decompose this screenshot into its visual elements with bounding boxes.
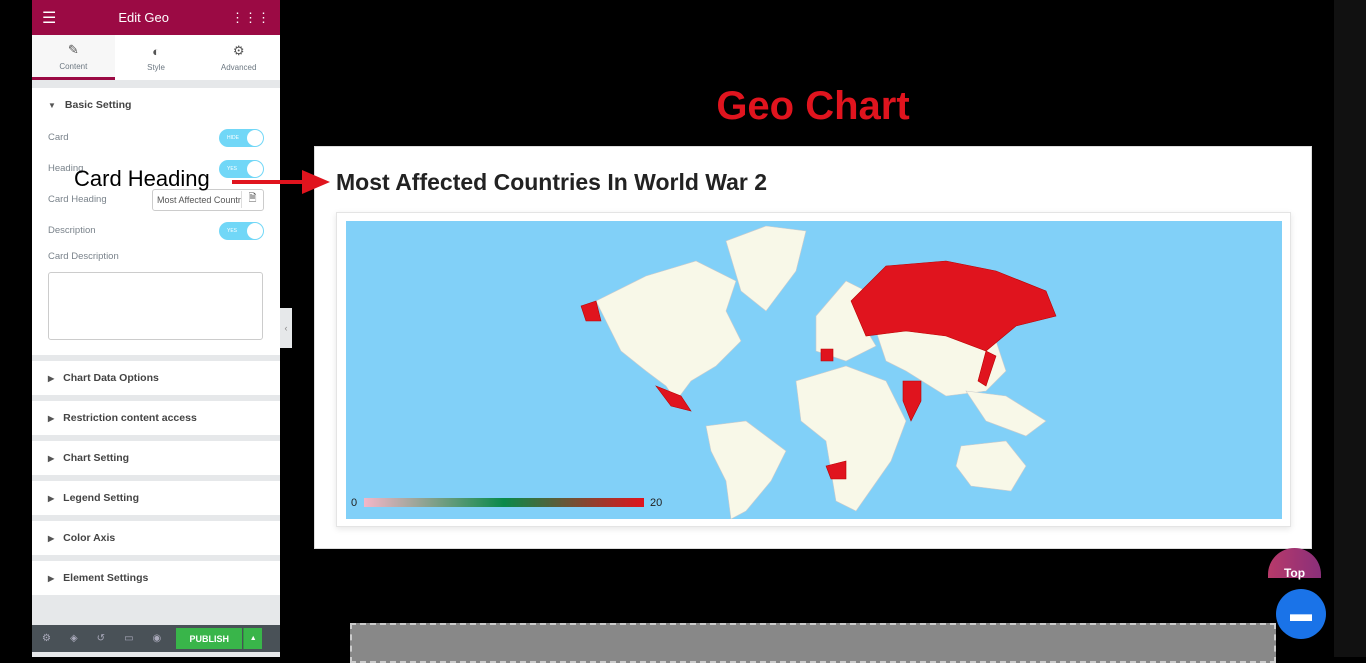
annotation-label: Card Heading bbox=[74, 166, 210, 191]
section-restriction[interactable]: ▶ Restriction content access bbox=[32, 401, 280, 435]
card-heading: Most Affected Countries In World War 2 bbox=[336, 169, 768, 195]
tab-label: Advanced bbox=[220, 63, 257, 72]
description-label: Description bbox=[48, 225, 96, 236]
section-element-settings[interactable]: ▶ Element Settings bbox=[32, 561, 280, 595]
section-label: Element Settings bbox=[63, 572, 149, 584]
legend-min: 0 bbox=[351, 497, 357, 509]
caret-right-icon: ▶ bbox=[48, 573, 55, 583]
card-description-input[interactable] bbox=[48, 272, 263, 340]
section-chart-setting[interactable]: ▶ Chart Setting bbox=[32, 441, 280, 475]
section-color-axis[interactable]: ▶ Color Axis bbox=[32, 521, 280, 555]
pencil-icon: ✎ bbox=[67, 41, 79, 57]
caret-right-icon: ▶ bbox=[48, 413, 55, 423]
section-legend-setting[interactable]: ▶ Legend Setting bbox=[32, 481, 280, 515]
panel-title: Edit Geo bbox=[118, 10, 169, 25]
panel-footer: ⚙ ◈ ↺ ▭ ◉ PUBLISH ▲ bbox=[32, 625, 280, 652]
panel-header: ☰ Edit Geo ⋮⋮⋮ bbox=[32, 0, 280, 35]
world-map: 0 20 bbox=[346, 221, 1282, 519]
chat-button[interactable]: ▬ bbox=[1276, 589, 1326, 639]
section-label: Restriction content access bbox=[63, 412, 197, 424]
geo-chart: 0 20 bbox=[336, 212, 1291, 527]
ocean bbox=[346, 221, 1282, 519]
scrollbar[interactable] bbox=[1334, 0, 1366, 657]
card-label: Card bbox=[48, 132, 69, 143]
caret-right-icon: ▶ bbox=[48, 373, 55, 383]
annotation-arrow-icon bbox=[232, 170, 330, 194]
drop-zone[interactable] bbox=[350, 623, 1276, 663]
page-title: Geo Chart bbox=[716, 84, 910, 128]
contrast-icon: ◐ bbox=[152, 43, 160, 59]
tab-content[interactable]: ✎ Content bbox=[32, 35, 115, 80]
section-label: Color Axis bbox=[63, 532, 116, 544]
card-heading-value[interactable]: Most Affected Countries In World War 2 bbox=[153, 195, 241, 205]
region-germany[interactable] bbox=[820, 348, 834, 362]
caret-right-icon: ▶ bbox=[48, 453, 55, 463]
grid-icon[interactable]: ⋮⋮⋮ bbox=[231, 10, 270, 26]
caret-right-icon: ▶ bbox=[48, 533, 55, 543]
color-axis-legend bbox=[364, 498, 644, 507]
caret-right-icon: ▶ bbox=[48, 493, 55, 503]
chat-icon: ▬ bbox=[1290, 601, 1312, 626]
tab-label: Content bbox=[59, 61, 88, 71]
description-toggle[interactable]: YES bbox=[219, 221, 264, 240]
history-icon[interactable]: ↺ bbox=[97, 633, 105, 644]
settings-icon[interactable]: ⚙ bbox=[42, 633, 51, 644]
section-label: Legend Setting bbox=[63, 492, 139, 504]
section-label: Chart Data Options bbox=[63, 372, 159, 384]
tab-style[interactable]: ◐ Style bbox=[115, 35, 198, 80]
tab-advanced[interactable]: ⚙ Advanced bbox=[197, 35, 280, 80]
legend-max: 20 bbox=[650, 497, 662, 509]
scroll-top-button[interactable]: Top bbox=[1268, 548, 1321, 580]
navigator-icon[interactable]: ◈ bbox=[70, 633, 78, 644]
section-label: Chart Setting bbox=[63, 452, 130, 464]
hamburger-icon[interactable]: ☰ bbox=[42, 8, 56, 28]
card-heading-label: Card Heading bbox=[48, 194, 107, 205]
gear-icon: ⚙ bbox=[232, 43, 245, 58]
responsive-icon[interactable]: ▭ bbox=[124, 633, 133, 644]
card-toggle[interactable]: HIDE bbox=[219, 128, 264, 147]
collapse-panel-button[interactable]: ‹ bbox=[280, 308, 292, 348]
section-chart-data-options[interactable]: ▶ Chart Data Options bbox=[32, 361, 280, 395]
publish-button[interactable]: PUBLISH bbox=[176, 628, 243, 649]
publish-options-button[interactable]: ▲ bbox=[243, 628, 263, 649]
chart-card: Most Affected Countries In World War 2 0… bbox=[314, 146, 1312, 549]
preview-eye-icon[interactable]: ◉ bbox=[153, 633, 162, 644]
card-description-label: Card Description bbox=[48, 250, 119, 262]
tab-label: Style bbox=[147, 62, 165, 72]
